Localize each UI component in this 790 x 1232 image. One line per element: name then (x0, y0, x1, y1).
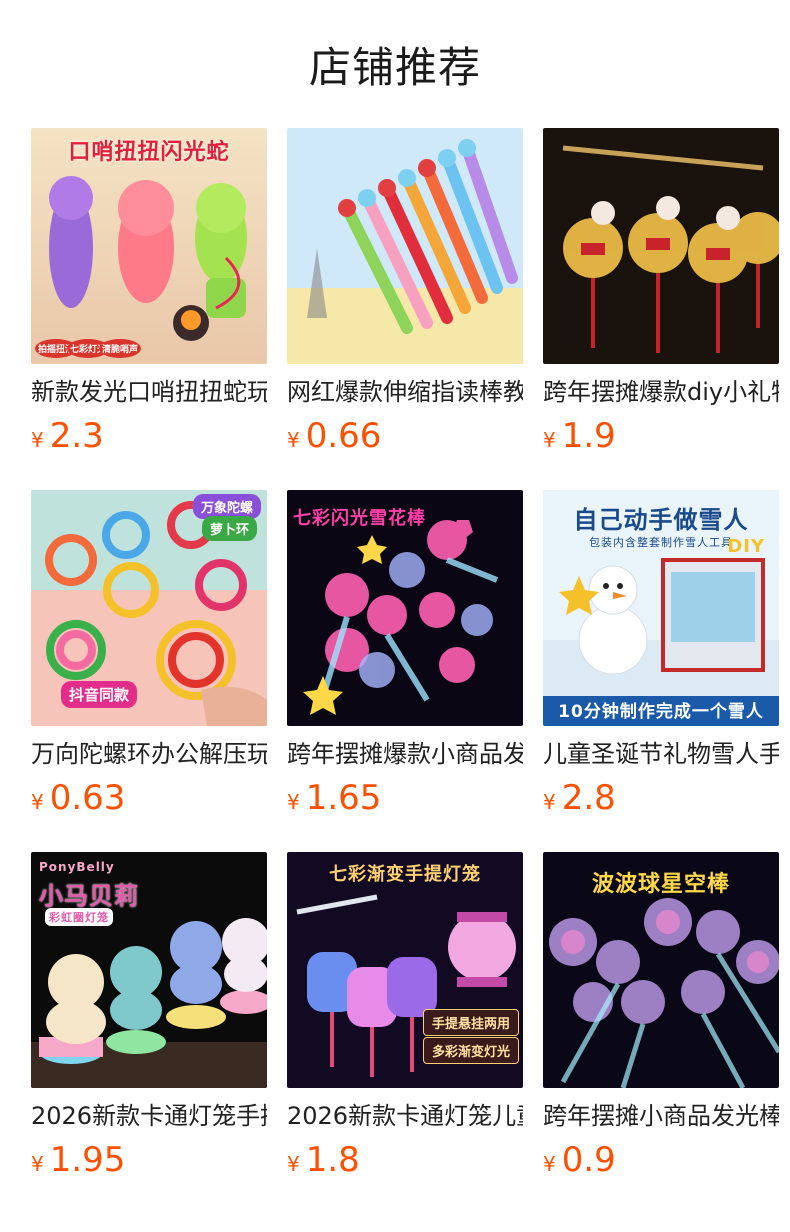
product-price: ¥1.9 (543, 416, 779, 456)
product-price: ¥2.3 (31, 416, 267, 456)
currency-symbol: ¥ (31, 790, 44, 814)
product-title[interactable]: 万向陀螺环办公解压玩具 (31, 738, 267, 770)
image-label: 手提悬挂两用 (422, 1009, 519, 1036)
price-value: 2.8 (561, 778, 616, 818)
currency-symbol: ¥ (543, 790, 556, 814)
currency-symbol: ¥ (287, 428, 300, 452)
image-subcaption: 彩虹圈灯笼 (45, 908, 113, 926)
image-footer: 10分钟制作完成一个雪人 (558, 702, 764, 722)
product-title[interactable]: 跨年摆摊爆款小商品发光棒 (287, 738, 523, 770)
product-card[interactable]: 万象陀螺 萝卜环 抖音同款 万向陀螺环办公解压玩具 ¥0.63 (31, 490, 267, 818)
image-label: 多彩渐变灯光 (422, 1037, 519, 1064)
product-image[interactable] (543, 128, 779, 364)
product-image[interactable]: 万象陀螺 萝卜环 抖音同款 (31, 490, 267, 726)
product-price: ¥1.95 (31, 1140, 267, 1180)
currency-symbol: ¥ (287, 790, 300, 814)
product-title[interactable]: 跨年摆摊爆款diy小礼物 (543, 376, 779, 408)
currency-symbol: ¥ (543, 428, 556, 452)
product-card[interactable]: 波波球星空棒 跨年摆摊小商品发光棒 ¥0.9 (543, 852, 779, 1180)
product-image[interactable]: PonyBelly 小马贝莉 彩虹圈灯笼 (31, 852, 267, 1088)
price-value: 1.8 (305, 1140, 360, 1180)
product-price: ¥2.8 (543, 778, 779, 818)
currency-symbol: ¥ (287, 1152, 300, 1176)
image-caption: 小马贝莉 (39, 882, 139, 910)
product-image[interactable]: 七彩闪光雪花棒 (287, 490, 523, 726)
currency-symbol: ¥ (543, 1152, 556, 1176)
price-value: 1.9 (561, 416, 616, 456)
product-card[interactable]: 七彩渐变手提灯笼 手提悬挂两用 多彩渐变灯光 2026新款卡通灯笼儿童 ¥1.8 (287, 852, 523, 1180)
image-brand: PonyBelly (39, 860, 115, 874)
product-image[interactable]: 波波球星空棒 (543, 852, 779, 1088)
rabbit-lantern-illustration (543, 128, 779, 364)
price-value: 0.63 (49, 778, 126, 818)
product-title[interactable]: 儿童圣诞节礼物雪人手工 (543, 738, 779, 770)
product-card[interactable]: 口哨扭扭闪光蛇 拍摇扭滑 七彩灯光 清脆哨声 新款发光口哨扭扭蛇玩具 ¥2.3 (31, 128, 267, 456)
product-price: ¥1.8 (287, 1140, 523, 1180)
product-price: ¥0.63 (31, 778, 267, 818)
product-card[interactable]: 七彩闪光雪花棒 跨年摆摊爆款小商品发光棒 ¥1.65 (287, 490, 523, 818)
currency-symbol: ¥ (31, 428, 44, 452)
price-value: 1.65 (305, 778, 382, 818)
image-badge: 清脆哨声 (99, 339, 142, 358)
product-title[interactable]: 2026新款卡通灯笼儿童 (287, 1100, 523, 1132)
product-title[interactable]: 新款发光口哨扭扭蛇玩具 (31, 376, 267, 408)
product-image[interactable]: 七彩渐变手提灯笼 手提悬挂两用 多彩渐变灯光 (287, 852, 523, 1088)
image-label: 抖音同款 (61, 681, 138, 708)
price-value: 1.95 (49, 1140, 126, 1180)
product-title[interactable]: 2026新款卡通灯笼手提 (31, 1100, 267, 1132)
image-caption: 波波球星空棒 (591, 872, 730, 897)
product-card[interactable]: PonyBelly 小马贝莉 彩虹圈灯笼 2026新款卡通灯笼手提 ¥1.95 (31, 852, 267, 1180)
image-caption: 口哨扭扭闪光蛇 (68, 140, 230, 165)
product-price: ¥0.66 (287, 416, 523, 456)
price-value: 2.3 (49, 416, 104, 456)
product-card[interactable]: 网红爆款伸缩指读棒教鞭 ¥0.66 (287, 128, 523, 456)
pointer-stick-illustration (287, 128, 523, 364)
product-grid: 口哨扭扭闪光蛇 拍摇扭滑 七彩灯光 清脆哨声 新款发光口哨扭扭蛇玩具 ¥2.3 (31, 128, 779, 1180)
image-caption: 七彩渐变手提灯笼 (329, 864, 481, 885)
product-image[interactable]: 自己动手做雪人 包装内含整套制作雪人工具 DIY 10分钟制作完成一个雪人 (543, 490, 779, 726)
product-title[interactable]: 跨年摆摊小商品发光棒 (543, 1100, 779, 1132)
price-value: 0.9 (561, 1140, 616, 1180)
product-image[interactable] (287, 128, 523, 364)
product-title[interactable]: 网红爆款伸缩指读棒教鞭 (287, 376, 523, 408)
image-label: DIY (727, 536, 765, 557)
product-card[interactable]: 自己动手做雪人 包装内含整套制作雪人工具 DIY 10分钟制作完成一个雪人 儿童… (543, 490, 779, 818)
product-image[interactable]: 口哨扭扭闪光蛇 拍摇扭滑 七彩灯光 清脆哨声 (31, 128, 267, 364)
image-label: 萝卜环 (201, 516, 257, 541)
section-title: 店铺推荐 (308, 43, 481, 92)
price-value: 0.66 (305, 416, 382, 456)
image-caption: 七彩闪光雪花棒 (293, 508, 426, 529)
product-card[interactable]: 跨年摆摊爆款diy小礼物 ¥1.9 (543, 128, 779, 456)
image-caption: 自己动手做雪人 (573, 506, 749, 534)
product-price: ¥0.9 (543, 1140, 779, 1180)
product-price: ¥1.65 (287, 778, 523, 818)
currency-symbol: ¥ (31, 1152, 44, 1176)
